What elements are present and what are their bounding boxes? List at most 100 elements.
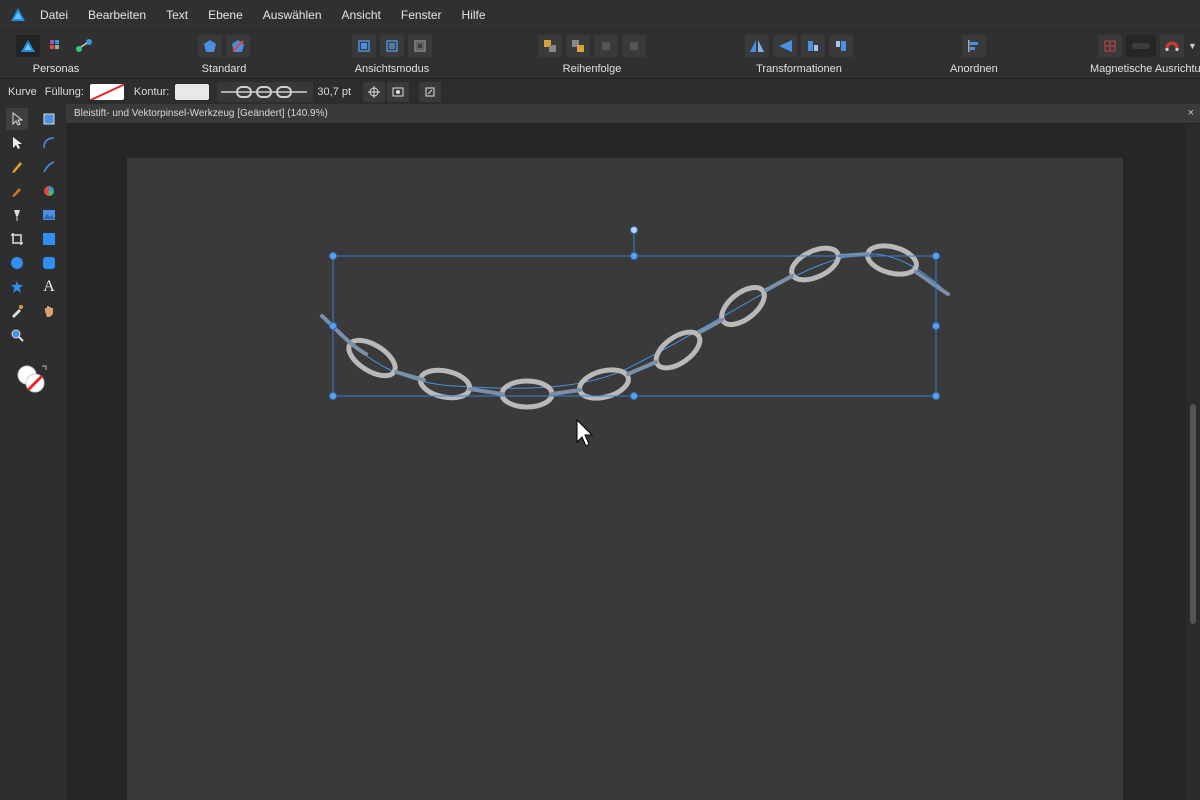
chain-link xyxy=(577,367,631,401)
rounded-rectangle-icon[interactable] xyxy=(38,252,60,274)
fill-label: Füllung: xyxy=(44,85,84,98)
color-swatch-icon[interactable] xyxy=(14,362,50,398)
designer-persona-button[interactable] xyxy=(16,35,40,57)
menu-text[interactable]: Text xyxy=(156,8,198,22)
anordnen-group: Anordnen xyxy=(950,33,998,77)
vertical-scrollbar[interactable] xyxy=(1186,124,1200,800)
handle-top-left[interactable] xyxy=(329,252,337,260)
brush-preview[interactable] xyxy=(217,81,314,102)
star-icon[interactable] xyxy=(6,276,28,298)
crosshair-icon[interactable] xyxy=(363,81,385,102)
snapping-toggle[interactable] xyxy=(1126,35,1156,57)
snapping-grid-icon[interactable] xyxy=(1098,35,1122,57)
rotate-left-icon[interactable] xyxy=(801,35,825,57)
order-forward-icon[interactable] xyxy=(566,35,590,57)
transformationen-group: Transformationen xyxy=(745,33,853,77)
menu-bearbeiten[interactable]: Bearbeiten xyxy=(78,8,156,22)
chain-curve-path[interactable] xyxy=(321,253,949,389)
ansichtsmodus-group: Ansichtsmodus xyxy=(352,33,432,77)
anordnen-label: Anordnen xyxy=(950,63,998,75)
hand-icon[interactable] xyxy=(38,300,60,322)
handle-top-center[interactable] xyxy=(630,252,638,260)
image-icon[interactable] xyxy=(38,204,60,226)
handle-bottom-left[interactable] xyxy=(329,392,337,400)
transparency-icon[interactable] xyxy=(6,204,28,226)
reihenfolge-group: Reihenfolge xyxy=(538,33,646,77)
chain-link xyxy=(789,245,841,283)
tool-name-label: Kurve xyxy=(8,85,37,98)
ellipse-icon[interactable] xyxy=(6,252,28,274)
menu-ebene[interactable]: Ebene xyxy=(198,8,253,22)
chain-link xyxy=(719,285,767,327)
fill-swatch[interactable] xyxy=(89,83,124,100)
menu-fenster[interactable]: Fenster xyxy=(391,8,452,22)
move-icon[interactable] xyxy=(6,108,28,130)
context-toolbar: Kurve Füllung: Kontur: 30,7 pt xyxy=(0,78,1200,104)
chain-link xyxy=(865,243,919,277)
chain-link xyxy=(499,378,555,410)
handle-middle-left[interactable] xyxy=(329,322,337,330)
zoom-icon[interactable] xyxy=(6,324,28,346)
standard-group: Standard xyxy=(198,33,250,77)
align-left-icon[interactable] xyxy=(961,35,986,57)
chain-connector xyxy=(626,360,658,376)
scrollbar-thumb[interactable] xyxy=(1190,404,1196,624)
artboard-icon[interactable] xyxy=(38,108,60,130)
order-top-icon[interactable] xyxy=(594,35,618,57)
view-mode-2-icon[interactable] xyxy=(380,35,404,57)
menu-auswaehlen[interactable]: Auswählen xyxy=(253,8,332,22)
transform-icon[interactable] xyxy=(419,81,441,102)
order-back-icon[interactable] xyxy=(538,35,562,57)
menu-hilfe[interactable]: Hilfe xyxy=(452,8,496,22)
flip-horizontal-icon[interactable] xyxy=(745,35,769,57)
stroke-swatch[interactable] xyxy=(175,83,210,100)
canvas-workspace[interactable] xyxy=(66,124,1186,800)
rectangle-icon[interactable] xyxy=(38,228,60,250)
handle-top-right[interactable] xyxy=(932,252,940,260)
fill-icon[interactable] xyxy=(38,180,60,202)
corner-icon[interactable] xyxy=(38,132,60,154)
view-mode-3-icon[interactable] xyxy=(408,35,432,57)
chain-connector xyxy=(914,270,950,296)
menu-datei[interactable]: Datei xyxy=(36,8,78,22)
pentagon-subtract-icon[interactable] xyxy=(226,35,250,57)
menu-ansicht[interactable]: Ansicht xyxy=(332,8,391,22)
reihenfolge-label: Reihenfolge xyxy=(562,63,622,75)
view-icon[interactable] xyxy=(387,81,409,102)
brush-icon[interactable] xyxy=(6,180,28,202)
standard-label: Standard xyxy=(201,63,247,75)
affinity-designer-icon[interactable] xyxy=(0,0,36,30)
export-persona-button[interactable] xyxy=(72,35,96,57)
transformationen-label: Transformationen xyxy=(756,63,842,75)
pen-icon[interactable] xyxy=(6,156,28,178)
magnet-icon[interactable] xyxy=(1160,35,1184,57)
close-icon[interactable]: × xyxy=(1188,107,1194,119)
node-icon[interactable] xyxy=(6,132,28,154)
chain-connector xyxy=(764,274,794,292)
pentagon-boolean-icon[interactable] xyxy=(198,35,222,57)
eyedropper-icon[interactable] xyxy=(6,300,28,322)
chevron-down-icon[interactable]: ▼ xyxy=(1188,41,1197,51)
handle-middle-right[interactable] xyxy=(932,322,940,330)
document-tab[interactable]: Bleistift- und Vektorpinsel-Werkzeug [Ge… xyxy=(66,104,1200,124)
tools-panel: A xyxy=(0,104,66,800)
stroke-label: Kontur: xyxy=(133,85,170,98)
menu-bar: Datei Bearbeiten Text Ebene Auswählen An… xyxy=(0,0,1200,30)
crop-icon[interactable] xyxy=(6,228,28,250)
document-title: Bleistift- und Vektorpinsel-Werkzeug [Ge… xyxy=(74,108,328,119)
handle-bottom-center[interactable] xyxy=(630,392,638,400)
order-bottom-icon[interactable] xyxy=(622,35,646,57)
pencil-icon[interactable] xyxy=(38,156,60,178)
mouse-cursor-icon xyxy=(576,418,594,447)
handle-bottom-right[interactable] xyxy=(932,392,940,400)
stroke-width-value[interactable]: 30,7 pt xyxy=(317,86,351,98)
rotation-handle[interactable] xyxy=(630,226,638,234)
rotate-right-icon[interactable] xyxy=(829,35,853,57)
chain-links xyxy=(346,243,919,410)
flip-vertical-icon[interactable] xyxy=(773,35,797,57)
pixel-persona-button[interactable] xyxy=(44,35,68,57)
text-icon[interactable]: A xyxy=(38,276,60,298)
chain-connector xyxy=(468,387,504,396)
magnetische-label: Magnetische Ausrichtung xyxy=(1090,63,1200,75)
view-mode-1-icon[interactable] xyxy=(352,35,376,57)
